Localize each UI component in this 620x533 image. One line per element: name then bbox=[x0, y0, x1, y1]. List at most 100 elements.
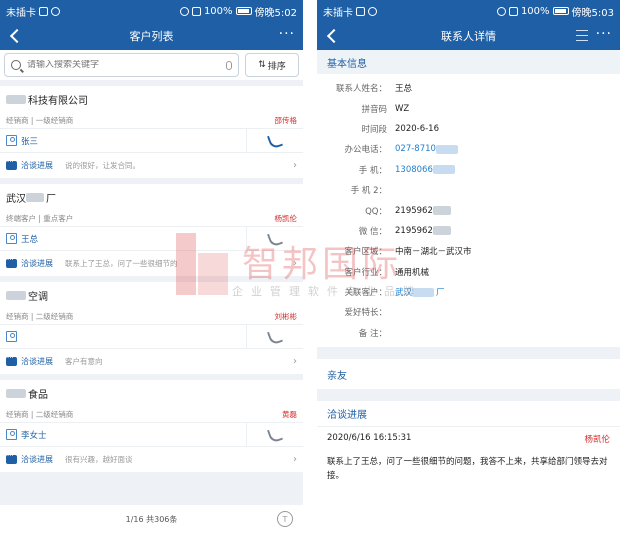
back-icon[interactable] bbox=[8, 28, 22, 44]
field-pinyin: 拼音码 WZ bbox=[361, 103, 410, 115]
log-owner: 杨凯伦 bbox=[584, 435, 610, 446]
progress-text: 客户有意向 bbox=[65, 357, 103, 366]
field-region: 客户区域： 中南－湖北－武汉市 bbox=[344, 247, 472, 258]
contact-person[interactable]: 王总 bbox=[0, 227, 247, 250]
battery-icon bbox=[552, 7, 569, 15]
related-customer-link[interactable]: 武汉 厂 bbox=[395, 286, 445, 298]
headset-icon bbox=[496, 6, 506, 16]
search-row: ⇅ 排序 bbox=[0, 50, 303, 80]
owner-name: 邵传格 bbox=[274, 116, 298, 125]
field-remarks: 备 注： bbox=[358, 328, 387, 339]
phone-icon bbox=[266, 131, 284, 150]
more-icon[interactable]: ··· bbox=[279, 27, 295, 41]
progress-text: 说的很好，让发合同。 bbox=[65, 161, 140, 170]
customer-tags: 经销商 | 二级经销商 bbox=[6, 312, 74, 321]
wifi-icon bbox=[51, 6, 60, 16]
section-relatives[interactable]: 亲友 bbox=[317, 359, 620, 390]
chevron-right-icon: › bbox=[293, 454, 297, 465]
person-icon bbox=[6, 331, 17, 342]
sim-icon bbox=[39, 6, 48, 16]
progress-log-entry[interactable]: 2020/6/16 16:15:31 杨凯伦 联系上了王总，问了一些很细节的问题… bbox=[317, 427, 620, 490]
status-bar: 未插卡 100% 傍晚5:02 bbox=[0, 0, 303, 22]
sort-button[interactable]: ⇅ 排序 bbox=[245, 53, 299, 77]
contact-person[interactable] bbox=[0, 325, 247, 348]
search-box[interactable] bbox=[4, 53, 239, 77]
mobile-link[interactable]: 1308066 bbox=[395, 165, 457, 175]
nav-bar: 联系人详情 ··· bbox=[317, 22, 620, 50]
redacted-block bbox=[432, 226, 451, 236]
field-office-phone: 办公电话： 027-8710 bbox=[317, 139, 620, 159]
field-contact-name: 联系人姓名： 王总 bbox=[335, 84, 413, 95]
company-name: 食品 bbox=[6, 386, 297, 401]
office-phone-link[interactable]: 027-8710 bbox=[395, 144, 460, 154]
more-icon[interactable]: ··· bbox=[596, 27, 612, 41]
contact-person[interactable]: 张三 bbox=[0, 129, 247, 152]
pagination: 1/16 共306条 T bbox=[0, 505, 303, 533]
customer-card[interactable]: 武汉 厂 终端客户 | 重点客户 杨凯伦 王总 洽谈进展 联系上了王总，问了一些… bbox=[0, 184, 303, 276]
call-button[interactable] bbox=[247, 423, 303, 446]
redacted-block bbox=[6, 389, 26, 398]
carrier-text: 未插卡 bbox=[6, 7, 36, 19]
owner-name: 杨凯伦 bbox=[274, 214, 298, 223]
log-text: 联系上了王总，问了一些很细节的问题，我答不上来，共享给部门领导去对接。 bbox=[327, 457, 608, 482]
progress-text: 联系上了王总，问了一些很细节的 bbox=[65, 259, 178, 268]
list-icon[interactable] bbox=[576, 30, 588, 41]
customer-tags: 终端客户 | 重点客户 bbox=[6, 214, 74, 223]
field-related-customer: 关联客户： 武汉 厂 bbox=[344, 286, 445, 299]
page-title: 联系人详情 bbox=[441, 30, 496, 43]
search-input[interactable] bbox=[27, 60, 220, 70]
call-button[interactable] bbox=[247, 227, 303, 250]
chevron-right-icon: › bbox=[293, 258, 297, 269]
page-title: 客户列表 bbox=[129, 30, 174, 43]
sort-label: 排序 bbox=[267, 61, 286, 72]
battery-icon bbox=[235, 7, 252, 15]
section-progress: 洽谈进展 bbox=[317, 401, 620, 428]
chevron-right-icon: › bbox=[293, 160, 297, 171]
call-button[interactable] bbox=[247, 129, 303, 152]
field-mobile-2: 手 机 2： bbox=[350, 186, 387, 197]
company-name: 武汉 厂 bbox=[6, 193, 56, 205]
owner-name: 黄磊 bbox=[282, 410, 297, 419]
customer-card[interactable]: 食品 经销商 | 二级经销商 黄磊 李女士 洽谈进展 很有兴趣，越好面谈 › bbox=[0, 380, 303, 472]
company-name: 空调 bbox=[6, 288, 297, 303]
chevron-right-icon: › bbox=[293, 356, 297, 367]
back-to-top-icon[interactable]: T bbox=[277, 511, 293, 527]
redacted-block bbox=[412, 287, 435, 297]
microphone-icon[interactable] bbox=[226, 60, 232, 70]
field-qq: QQ： 2195962 bbox=[317, 200, 620, 220]
nav-bar: 客户列表 ··· bbox=[0, 22, 303, 50]
field-industry: 客户行业： 通用机械 bbox=[344, 267, 430, 278]
status-bar: 未插卡 100% 傍晚5:03 bbox=[317, 0, 620, 22]
search-icon bbox=[11, 60, 21, 70]
customer-tags: 经销商 | 一级经销商 bbox=[6, 116, 74, 125]
progress-row[interactable]: 洽谈进展 联系上了王总，问了一些很细节的 › bbox=[0, 251, 303, 276]
company-name: 科技有限公司 bbox=[6, 92, 297, 107]
field-wechat: 微 信： 2195962 bbox=[317, 221, 620, 241]
field-hobbies: 爱好特长： bbox=[344, 308, 387, 319]
wifi-icon bbox=[368, 6, 377, 16]
call-button[interactable] bbox=[247, 325, 303, 348]
nfc-icon bbox=[191, 6, 201, 16]
log-time: 2020/6/16 16:15:31 bbox=[327, 433, 412, 444]
sim-icon bbox=[356, 6, 365, 16]
progress-label: 洽谈进展 bbox=[21, 357, 53, 366]
progress-row[interactable]: 洽谈进展 很有兴趣，越好面谈 › bbox=[0, 447, 303, 472]
progress-row[interactable]: 洽谈进展 客户有意向 › bbox=[0, 349, 303, 374]
phone-icon bbox=[266, 327, 284, 346]
person-icon bbox=[6, 233, 17, 244]
contact-person[interactable]: 李女士 bbox=[0, 423, 247, 446]
progress-row[interactable]: 洽谈进展 说的很好，让发合同。 › bbox=[0, 153, 303, 178]
phone-icon bbox=[266, 229, 284, 248]
carrier-text: 未插卡 bbox=[323, 7, 353, 19]
progress-text: 很有兴趣，越好面谈 bbox=[65, 455, 133, 464]
page-indicator: 1/16 共306条 bbox=[125, 514, 178, 524]
chat-icon bbox=[6, 452, 17, 464]
customer-card[interactable]: 空调 经销商 | 二级经销商 刘彬彬 洽谈进展 客户有意向 › bbox=[0, 282, 303, 374]
section-basic-info: 基本信息 bbox=[317, 50, 620, 74]
battery-percent: 100% bbox=[203, 5, 233, 17]
owner-name: 刘彬彬 bbox=[274, 312, 298, 321]
customer-card[interactable]: 科技有限公司 经销商 | 一级经销商 邵传格 张三 洽谈进展 说的很好，让发合同… bbox=[0, 86, 303, 178]
redacted-block bbox=[432, 165, 455, 175]
back-icon[interactable] bbox=[325, 28, 339, 44]
field-time: 时间段 2020-6-16 bbox=[361, 123, 439, 135]
